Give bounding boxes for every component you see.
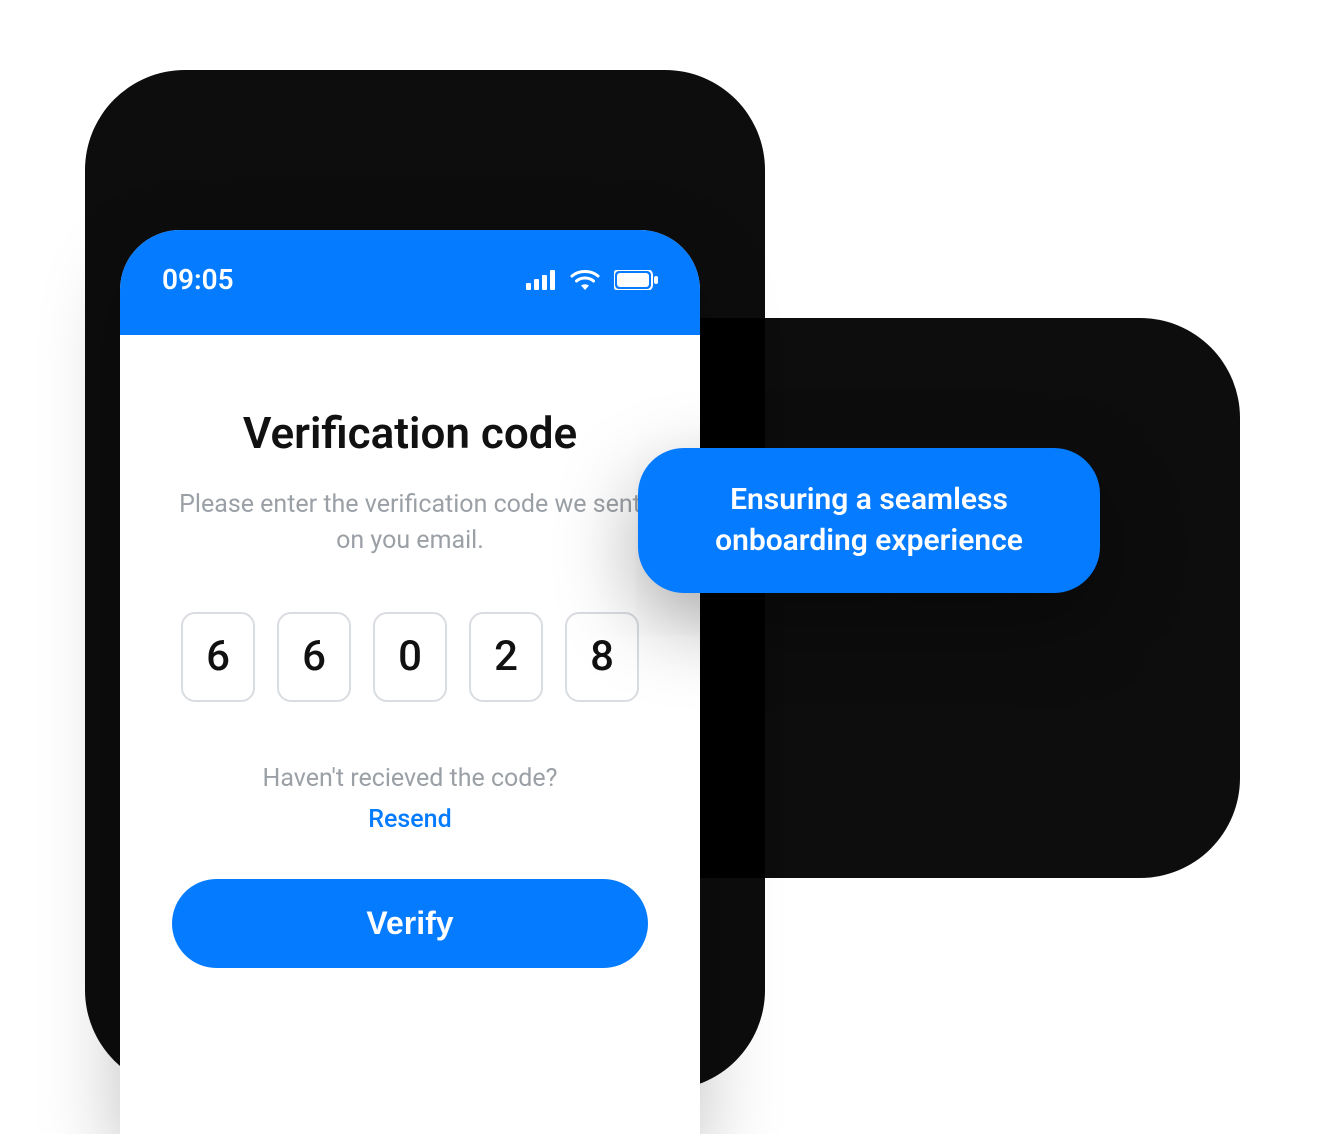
wifi-icon	[570, 269, 600, 291]
code-input-row: 6 6 0 2 8	[172, 612, 648, 702]
phone-frame: 09:05	[120, 230, 700, 1134]
code-digit-1[interactable]: 6	[181, 612, 255, 702]
status-icons	[526, 269, 658, 291]
page-title: Verification code	[172, 407, 648, 459]
battery-icon	[614, 270, 658, 290]
code-digit-5[interactable]: 8	[565, 612, 639, 702]
code-digit-2[interactable]: 6	[277, 612, 351, 702]
status-time: 09:05	[162, 263, 234, 296]
verify-button[interactable]: Verify	[172, 879, 648, 968]
callout-bubble: Ensuring a seamless onboarding experienc…	[638, 448, 1100, 593]
resend-link[interactable]: Resend	[368, 801, 451, 839]
resend-question: Haven't recieved the code?	[172, 760, 648, 798]
page-subtitle: Please enter the verification code we se…	[172, 487, 648, 560]
resend-block: Haven't recieved the code? Resend	[172, 760, 648, 839]
status-bar: 09:05	[120, 230, 700, 335]
code-digit-4[interactable]: 2	[469, 612, 543, 702]
verification-screen: Verification code Please enter the verif…	[120, 335, 700, 968]
signal-icon	[526, 270, 556, 290]
code-digit-3[interactable]: 0	[373, 612, 447, 702]
